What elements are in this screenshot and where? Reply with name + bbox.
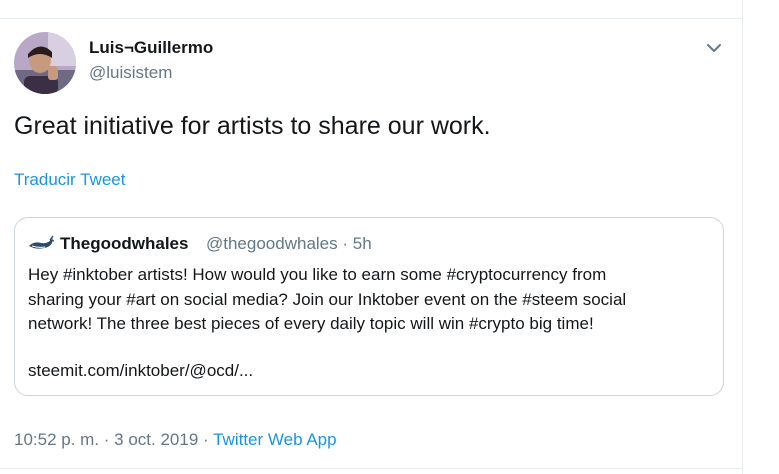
quoted-tweet-card[interactable]: Thegoodwhales @thegoodwhales · 5h Hey #i… bbox=[14, 217, 724, 396]
avatar-image bbox=[14, 32, 76, 94]
quoted-link[interactable]: steemit.com/inktober/@ocd/... bbox=[28, 361, 253, 381]
tweet-footer: 10:52 p. m. · 3 oct. 2019 · Twitter Web … bbox=[14, 430, 337, 450]
author-name[interactable]: Luis¬Guillermo bbox=[89, 38, 213, 58]
quoted-text-line: sharing your #art on social media? Join … bbox=[28, 290, 627, 309]
top-divider bbox=[0, 18, 742, 19]
footer-separator: · bbox=[203, 430, 209, 449]
tweet-source-link[interactable]: Twitter Web App bbox=[213, 430, 336, 449]
bottom-divider bbox=[0, 468, 742, 469]
tweet-timestamp[interactable]: 10:52 p. m. · 3 oct. 2019 bbox=[14, 430, 198, 449]
tweet-text: Great initiative for artists to share ou… bbox=[14, 112, 491, 140]
quoted-meta: @thegoodwhales · 5h bbox=[206, 234, 372, 254]
quoted-author-handle: @thegoodwhales bbox=[206, 234, 338, 253]
author-handle[interactable]: @luisistem bbox=[89, 63, 172, 83]
whale-icon bbox=[28, 235, 55, 255]
quoted-author-name: Thegoodwhales bbox=[60, 234, 189, 253]
translate-tweet-link[interactable]: Traducir Tweet bbox=[14, 170, 126, 190]
quoted-separator: · bbox=[342, 234, 349, 253]
avatar[interactable] bbox=[14, 32, 76, 94]
quoted-time: 5h bbox=[352, 234, 372, 253]
column-border bbox=[742, 0, 743, 474]
quoted-text-line: network! The three best pieces of every … bbox=[28, 314, 594, 333]
quoted-text-line: Hey #inktober artists! How would you lik… bbox=[28, 265, 607, 284]
chevron-down-icon[interactable] bbox=[704, 38, 724, 58]
